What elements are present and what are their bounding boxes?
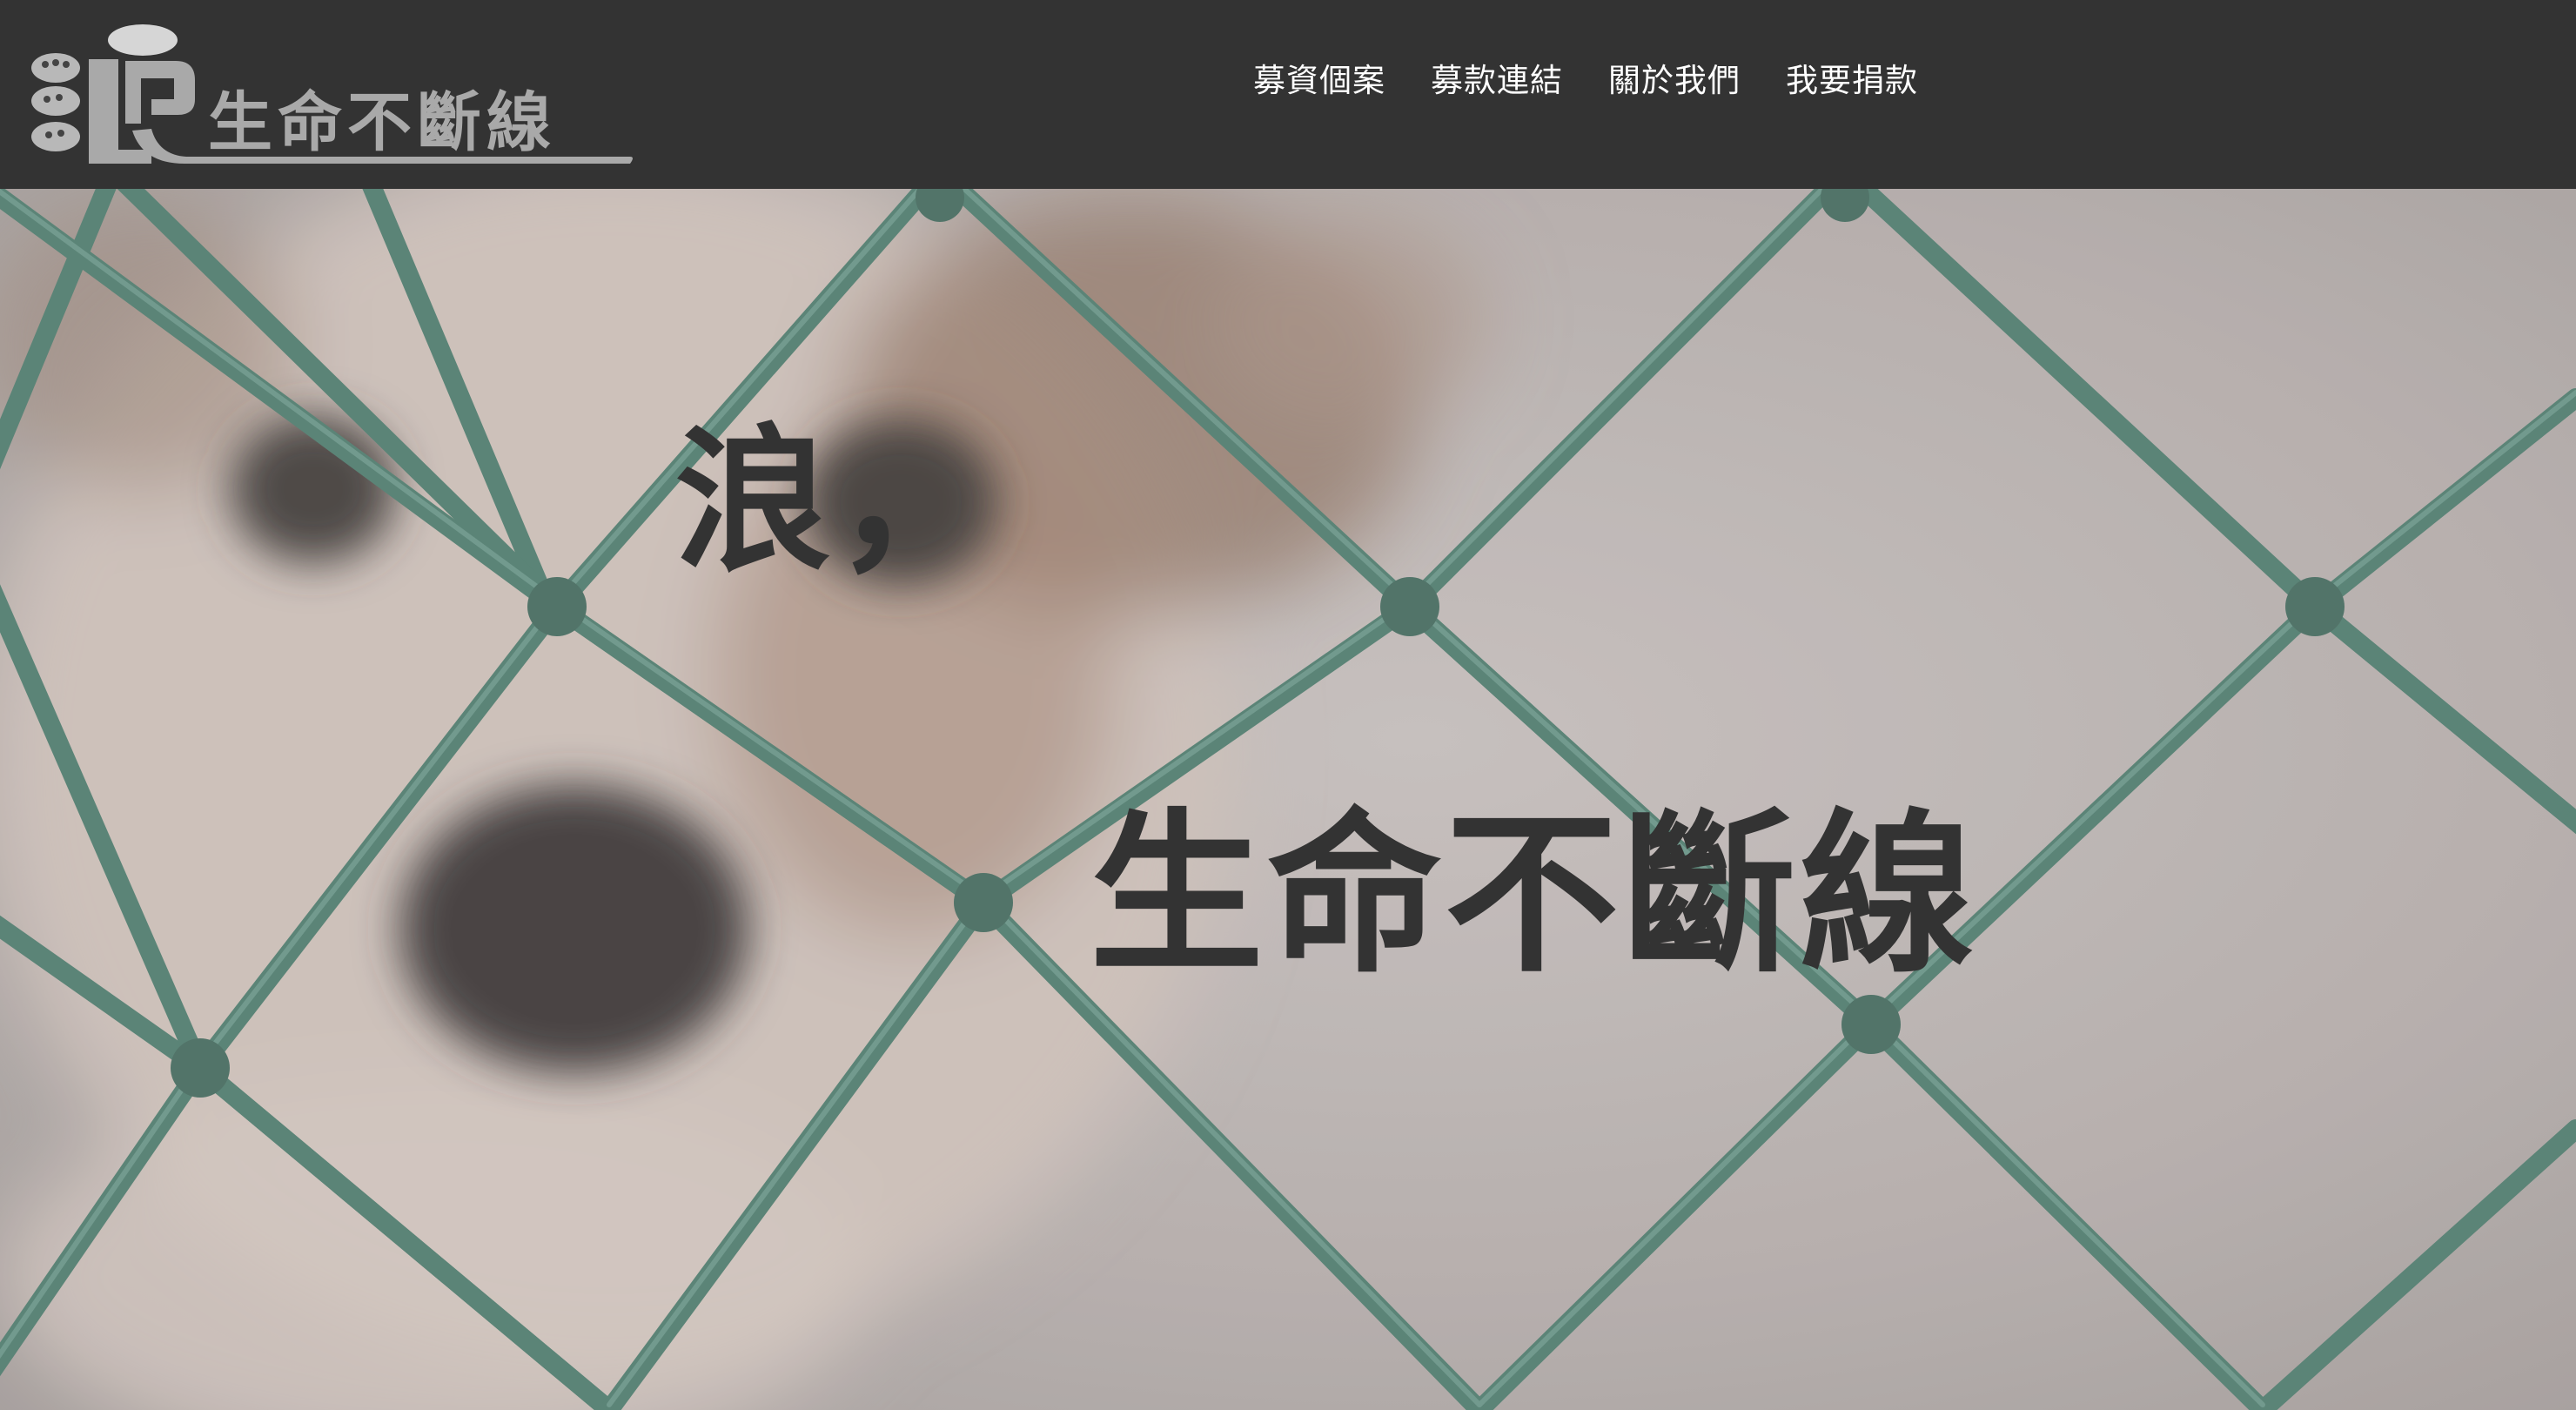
site-logo[interactable]: 生命不斷線 (21, 19, 639, 167)
main-nav: 募資個案 募款連結 關於我們 我要捐款 (1253, 54, 1918, 108)
nav-item-donate[interactable]: 我要捐款 (1786, 54, 1918, 108)
hero-banner: 浪， 生命不斷線 (0, 189, 2576, 1410)
paw-print-icon (31, 53, 80, 151)
logo-text: 生命不斷線 (208, 85, 556, 160)
site-header: 生命不斷線 募資個案 募款連結 關於我們 我要捐款 (0, 0, 2576, 189)
hero-headline-line1: 浪， (674, 411, 996, 593)
page: 生命不斷線 募資個案 募款連結 關於我們 我要捐款 浪， 生命不斷線 (0, 0, 2576, 1410)
nav-item-cases[interactable]: 募資個案 (1253, 54, 1385, 108)
nav-item-donation-links[interactable]: 募款連結 (1431, 54, 1563, 108)
hero-headline-line2: 生命不斷線 (1090, 794, 1978, 997)
nav-item-about-us[interactable]: 關於我們 (1608, 54, 1741, 108)
